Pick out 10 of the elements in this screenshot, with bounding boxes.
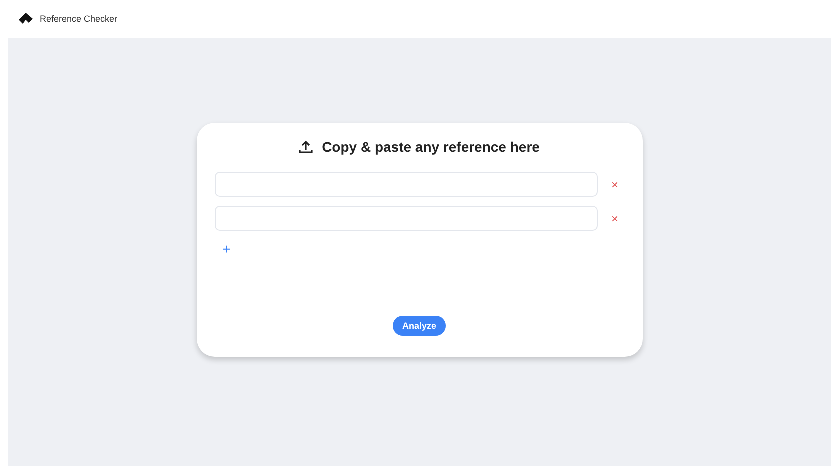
reference-field[interactable] (214, 206, 598, 231)
remove-button[interactable]: × (610, 212, 621, 226)
add-button[interactable]: + (220, 241, 233, 257)
card-heading: Copy & paste any reference here (322, 139, 540, 155)
reference-field[interactable] (214, 172, 598, 197)
remove-button[interactable]: × (610, 178, 621, 192)
app-title: Reference Checker (40, 14, 118, 24)
logo-icon (18, 12, 34, 26)
analyze-button[interactable]: Analyze (393, 316, 446, 336)
upload-icon (299, 140, 314, 154)
